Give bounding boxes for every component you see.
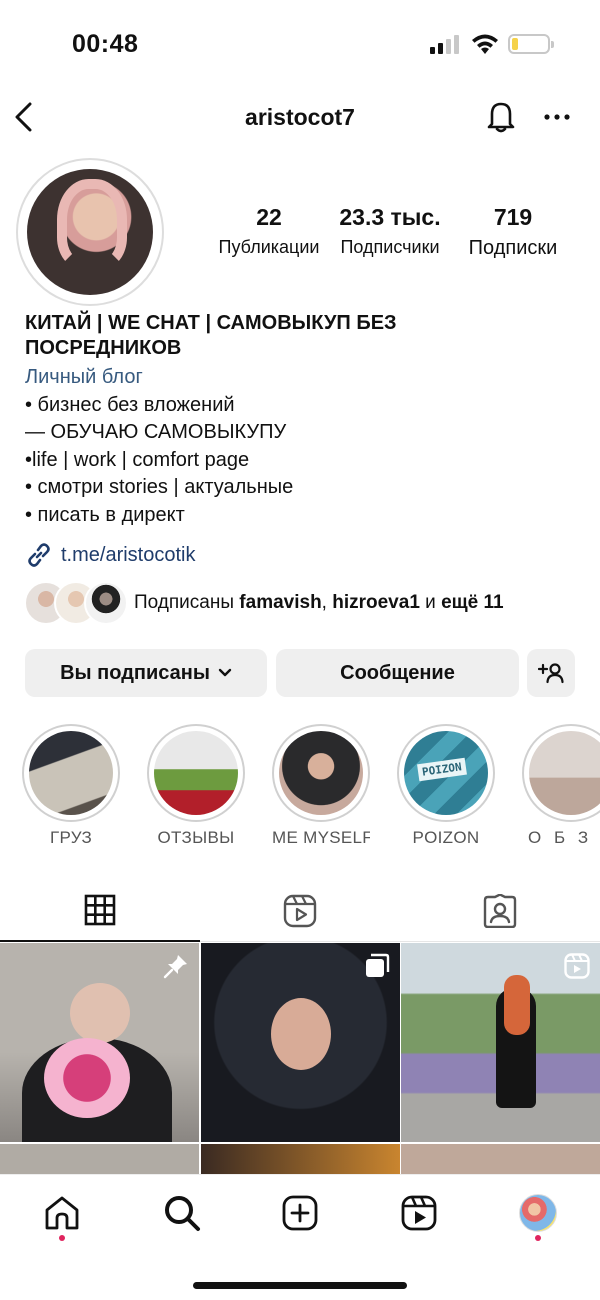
post-thumbnail[interactable] bbox=[201, 1144, 400, 1174]
nav-home[interactable] bbox=[40, 1191, 84, 1235]
profile-avatar bbox=[27, 169, 153, 295]
profile-tabs bbox=[0, 880, 600, 942]
nav-create[interactable] bbox=[278, 1191, 322, 1235]
nav-profile[interactable] bbox=[516, 1191, 560, 1235]
bio-line: • писать в директ bbox=[25, 503, 185, 526]
stat-followers[interactable]: 23.3 тыс. Подписчики bbox=[330, 204, 450, 258]
tagged-icon bbox=[483, 894, 517, 928]
highlight-cover bbox=[529, 731, 600, 815]
notification-dot bbox=[59, 1235, 65, 1241]
highlight-poizon[interactable]: POIZON POIZON bbox=[397, 724, 495, 848]
notification-dot bbox=[535, 1235, 541, 1241]
post-thumbnail[interactable] bbox=[401, 1144, 600, 1174]
home-icon bbox=[45, 1196, 79, 1230]
mutual-avatars bbox=[24, 581, 128, 625]
create-icon bbox=[282, 1195, 318, 1231]
link-icon bbox=[28, 543, 50, 567]
bio-link-text[interactable]: t.me/aristocotik bbox=[61, 544, 195, 567]
stat-following-label: Подписки bbox=[468, 237, 558, 259]
post-thumbnail[interactable] bbox=[0, 943, 199, 1142]
stat-followers-label: Подписчики bbox=[340, 237, 440, 257]
bio-name-line2: ПОСРЕДНИКОВ bbox=[25, 337, 182, 359]
poizon-box-label: POIZON bbox=[417, 757, 467, 782]
bio-line: •life | work | comfort page bbox=[25, 448, 250, 471]
chevron-down-icon bbox=[218, 668, 232, 677]
bio-line: — ОБУЧАЮ САМОВЫКУПУ bbox=[25, 421, 287, 443]
followed-by-text: Подписаны famavish, hizroeva1 и ещё 11 bbox=[134, 592, 504, 613]
highlight-ring bbox=[272, 724, 370, 822]
post-thumbnail[interactable] bbox=[201, 943, 400, 1142]
profile-avatar-small bbox=[519, 1194, 557, 1232]
stat-posts[interactable]: 22 Публикации bbox=[208, 204, 330, 258]
highlight-me-myself[interactable]: ME MYSELF... bbox=[272, 724, 370, 848]
pin-icon bbox=[163, 955, 187, 979]
highlight-cover bbox=[154, 731, 238, 815]
post-thumbnail[interactable] bbox=[0, 1144, 199, 1174]
highlight-label: О Б З О bbox=[528, 828, 600, 847]
post-thumbnail[interactable] bbox=[401, 943, 600, 1142]
message-button-label: Сообщение bbox=[340, 661, 455, 684]
suggest-users-button[interactable] bbox=[527, 649, 575, 697]
highlight-label: ОТЗЫВЫ bbox=[157, 828, 235, 847]
bio-link[interactable]: t.me/aristocotik bbox=[25, 540, 195, 570]
signal-icon bbox=[430, 35, 459, 54]
following-button-label: Вы подписаны bbox=[60, 661, 210, 684]
mutual-avatar bbox=[84, 581, 128, 625]
stat-following[interactable]: 719 Подписки bbox=[454, 204, 572, 260]
wifi-icon bbox=[472, 34, 498, 54]
message-button[interactable]: Сообщение bbox=[276, 649, 519, 697]
profile-bio: КИТАЙ | WE CHAT | САМОВЫКУП БЕЗ ПОСРЕДНИ… bbox=[25, 311, 585, 529]
reels-nav-icon bbox=[401, 1195, 437, 1231]
highlight-reviews[interactable]: ОТЗЫВЫ bbox=[147, 724, 245, 848]
bell-icon[interactable] bbox=[484, 98, 518, 134]
nav-reels[interactable] bbox=[397, 1191, 441, 1235]
bio-category[interactable]: Личный блог bbox=[25, 364, 585, 392]
bio-name-line1: КИТАЙ | WE CHAT | САМОВЫКУП БЕЗ bbox=[25, 312, 397, 334]
highlight-cover bbox=[29, 731, 113, 815]
status-bar: 00:48 bbox=[0, 0, 600, 90]
bottom-navigation bbox=[0, 1174, 600, 1300]
nav-search[interactable] bbox=[160, 1191, 204, 1235]
search-icon bbox=[165, 1196, 200, 1231]
home-indicator[interactable] bbox=[193, 1282, 407, 1289]
add-user-icon bbox=[538, 663, 564, 684]
stat-followers-value: 23.3 тыс. bbox=[339, 204, 441, 230]
highlight-ring bbox=[22, 724, 120, 822]
stat-posts-label: Публикации bbox=[218, 237, 320, 257]
tab-tagged[interactable] bbox=[400, 880, 600, 942]
tab-grid[interactable] bbox=[0, 880, 200, 942]
highlight-cover: POIZON bbox=[404, 731, 488, 815]
stat-following-value: 719 bbox=[493, 204, 533, 230]
tab-reels[interactable] bbox=[200, 880, 400, 942]
highlight-cover bbox=[279, 731, 363, 815]
status-time: 00:48 bbox=[72, 30, 139, 58]
profile-avatar-ring[interactable] bbox=[16, 158, 164, 306]
highlight-ring: POIZON bbox=[397, 724, 495, 822]
stat-posts-value: 22 bbox=[256, 204, 282, 230]
highlight-ring bbox=[522, 724, 600, 822]
following-button[interactable]: Вы подписаны bbox=[25, 649, 267, 697]
highlight-ring bbox=[147, 724, 245, 822]
reel-icon bbox=[564, 953, 590, 979]
bio-line: • бизнес без вложений bbox=[25, 393, 235, 416]
more-icon[interactable] bbox=[542, 104, 572, 130]
highlight-cargo[interactable]: ГРУЗ bbox=[22, 724, 120, 848]
highlight-label: ME MYSELF... bbox=[272, 828, 370, 847]
battery-icon bbox=[508, 34, 554, 54]
highlight-review[interactable]: О Б З О bbox=[522, 724, 600, 848]
highlight-label: POIZON bbox=[412, 828, 480, 847]
profile-header: aristocot7 bbox=[0, 90, 600, 145]
grid-icon bbox=[84, 894, 116, 926]
highlight-label: ГРУЗ bbox=[49, 828, 93, 847]
reels-icon bbox=[283, 894, 317, 928]
followed-by-row[interactable]: Подписаны famavish, hizroeva1 и ещё 11 bbox=[24, 580, 504, 626]
carousel-icon bbox=[366, 953, 390, 977]
bio-line: • смотри stories | актуальные bbox=[25, 476, 294, 498]
